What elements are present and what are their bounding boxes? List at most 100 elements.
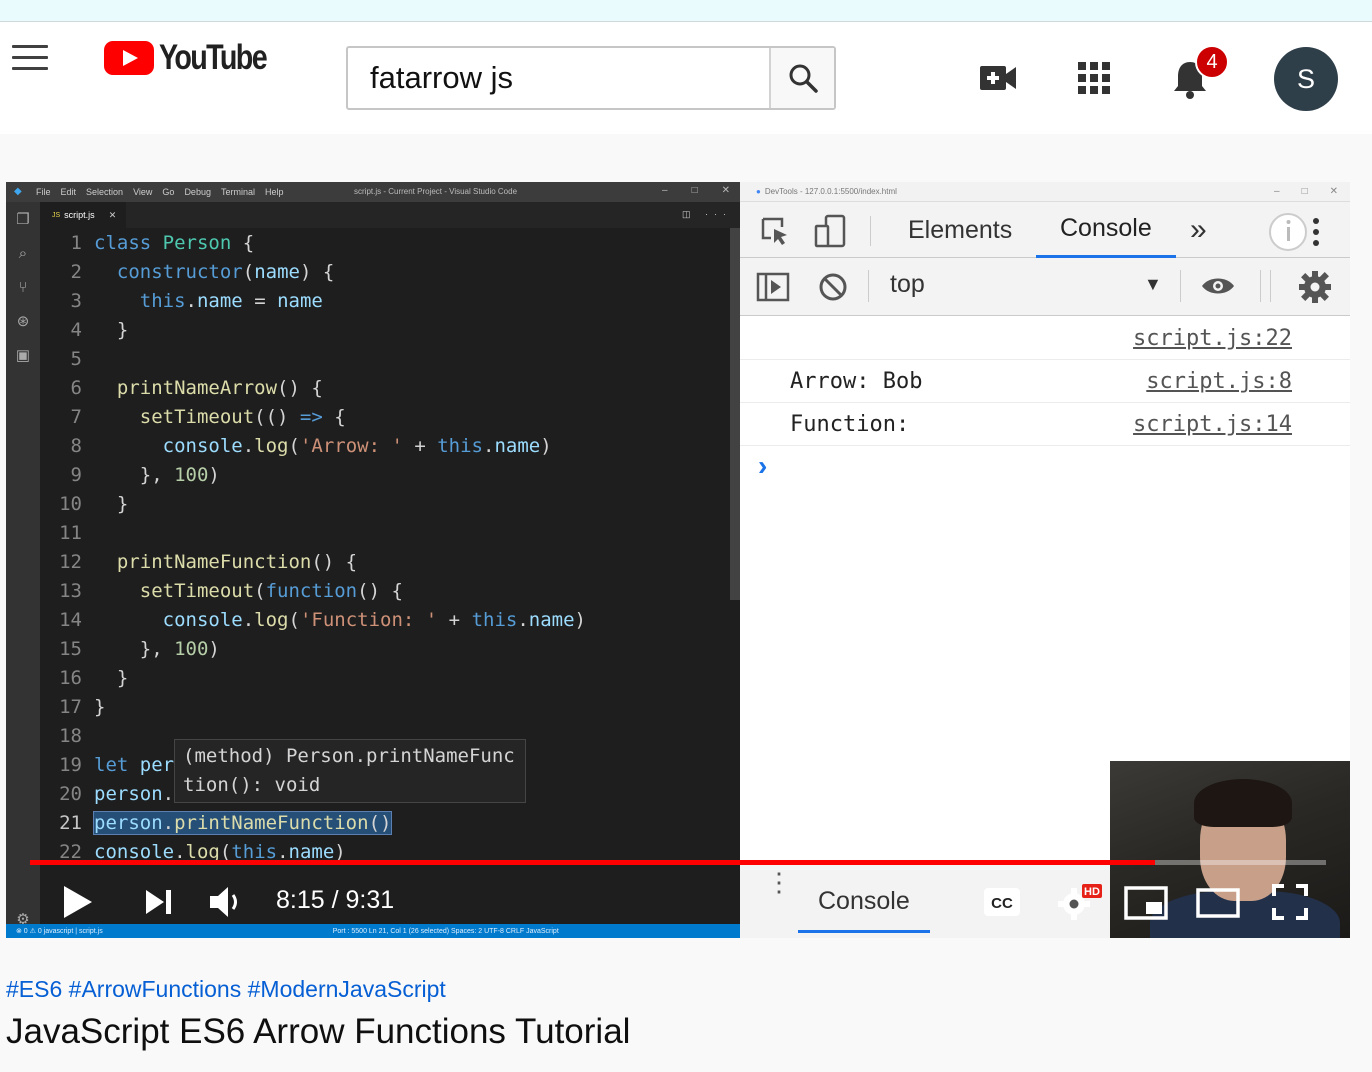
console-source-link[interactable]: script.js:14: [1133, 412, 1292, 437]
vscode-activity-bar: ❐ ⌕ ⑂ ⊛ ▣ ⚙: [6, 202, 40, 938]
tab-label: script.js: [64, 210, 95, 220]
svg-text:CC: CC: [991, 895, 1013, 912]
code-line: 2 constructor(name) {: [70, 260, 335, 283]
code-editor[interactable]: 1 class Person { 2 constructor(name) { 3 …: [40, 228, 740, 918]
chrome-icon: ●: [756, 187, 761, 196]
youtube-logo[interactable]: YouTube: [104, 38, 290, 77]
code-line: 15 }, 100): [59, 637, 220, 660]
code-line: 6 printNameArrow() {: [70, 376, 323, 399]
search-icon[interactable]: ⌕: [6, 236, 40, 270]
next-video-icon[interactable]: [144, 888, 174, 916]
clear-console-icon[interactable]: [818, 272, 848, 302]
source-control-icon[interactable]: ⑂: [6, 270, 40, 304]
code-line: 4 }: [70, 318, 129, 341]
apps-grid-icon[interactable]: [1076, 60, 1112, 96]
vscode-titlebar: ◆ File Edit Selection View Go Debug Term…: [6, 182, 740, 202]
video-player[interactable]: ◆ File Edit Selection View Go Debug Term…: [6, 182, 1350, 938]
console-message-row: Arrow: Bob script.js:8: [740, 361, 1350, 403]
hashtag-link[interactable]: #ModernJavaScript: [248, 976, 446, 1002]
hashtags: #ES6 #ArrowFunctions #ModernJavaScript: [6, 976, 1346, 1003]
progress-fill: [30, 860, 1155, 865]
tab-script-js[interactable]: JS script.js ✕: [40, 202, 126, 228]
code-line: 7 setTimeout(() => {: [70, 405, 346, 428]
play-icon[interactable]: [62, 884, 94, 920]
code-line: 3 this.name = name: [70, 289, 323, 312]
devtools-titlebar: ● DevTools - 127.0.0.1:5500/index.html –…: [740, 182, 1350, 202]
code-line: 10 }: [59, 492, 129, 515]
minimize-icon[interactable]: –: [662, 185, 668, 196]
hashtag-link[interactable]: #ArrowFunctions: [69, 976, 242, 1002]
explorer-icon[interactable]: ❐: [6, 202, 40, 236]
theater-mode-icon[interactable]: [1196, 888, 1240, 918]
console-source-link[interactable]: script.js:22: [1133, 326, 1292, 351]
console-source-link[interactable]: script.js:8: [1146, 369, 1292, 394]
drawer-tab-console[interactable]: Console: [798, 873, 930, 933]
dropdown-arrow-icon[interactable]: ▼: [1144, 274, 1162, 295]
video-info: #ES6 #ArrowFunctions #ModernJavaScript: [6, 976, 1346, 1003]
vs-menu-item[interactable]: Edit: [61, 187, 77, 197]
search-box: [346, 46, 836, 110]
vs-menu-item[interactable]: Go: [162, 187, 174, 197]
avatar[interactable]: S: [1274, 47, 1338, 111]
vs-menu-item[interactable]: View: [133, 187, 152, 197]
vs-menu-item[interactable]: Terminal: [221, 187, 255, 197]
tab-close-icon[interactable]: ✕: [109, 210, 117, 221]
search-input[interactable]: [348, 48, 769, 108]
drawer-menu-icon[interactable]: ⋮: [766, 869, 792, 895]
vscode-menu: File Edit Selection View Go Debug Termin…: [36, 187, 284, 197]
hover-tooltip-line: (method) Person.printNameFunc: [183, 745, 515, 767]
live-expression-eye-icon[interactable]: [1200, 274, 1236, 298]
menu-icon[interactable]: [12, 45, 48, 71]
minimize-icon[interactable]: –: [1274, 186, 1280, 197]
search-button[interactable]: [769, 48, 834, 108]
editor-scrollbar[interactable]: [730, 228, 740, 600]
editor-actions-icon[interactable]: ◫ ···: [682, 209, 732, 220]
vs-menu-item[interactable]: Selection: [86, 187, 123, 197]
youtube-play-icon: [104, 41, 154, 75]
code-line: 17}: [59, 695, 106, 718]
devtools-menu-icon[interactable]: [1268, 212, 1322, 252]
vscode-window-title: script.js - Current Project - Visual Stu…: [354, 187, 518, 196]
tab-console[interactable]: Console: [1036, 202, 1176, 258]
console-prompt-icon[interactable]: ›: [758, 450, 767, 482]
settings-gear-icon[interactable]: HD: [1056, 882, 1104, 922]
vs-menu-item[interactable]: File: [36, 187, 51, 197]
code-line: 21 person.printNameFunction(): [59, 810, 393, 835]
maximize-icon[interactable]: □: [1302, 186, 1308, 197]
inspect-element-icon[interactable]: [760, 216, 790, 246]
code-line: 8 console.log('Arrow: ' + this.name): [70, 434, 552, 457]
vscode-tabbar: JS script.js ✕ ◫ ···: [40, 202, 740, 228]
console-message-row: script.js:22: [740, 318, 1350, 360]
vs-menu-item[interactable]: Help: [265, 187, 284, 197]
debug-icon[interactable]: ⊛: [6, 304, 40, 338]
tab-elements[interactable]: Elements: [908, 202, 1012, 258]
status-left: ⊗ 0 ⚠ 0 javascript | script.js: [16, 928, 103, 935]
more-tabs-icon[interactable]: »: [1190, 202, 1207, 258]
progress-bar[interactable]: [30, 860, 1326, 865]
vs-menu-item[interactable]: Debug: [184, 187, 211, 197]
volume-icon[interactable]: [208, 884, 244, 920]
miniplayer-icon[interactable]: [1124, 886, 1168, 920]
code-line: 12 printNameFunction() {: [59, 550, 358, 573]
close-icon[interactable]: ✕: [722, 185, 730, 196]
code-line: 16 }: [59, 666, 129, 689]
show-sidebar-icon[interactable]: [756, 272, 790, 302]
close-icon[interactable]: ✕: [1330, 186, 1338, 197]
maximize-icon[interactable]: □: [692, 185, 698, 196]
create-video-icon[interactable]: [978, 62, 1018, 94]
hashtag-link[interactable]: #ES6: [6, 976, 62, 1002]
console-toolbar: top ▼: [740, 258, 1350, 316]
code-line: 13 setTimeout(function() {: [59, 579, 403, 602]
extensions-icon[interactable]: ▣: [6, 338, 40, 372]
console-settings-gear-icon[interactable]: [1298, 270, 1332, 304]
time-display: 8:15 / 9:31: [276, 886, 395, 914]
device-toolbar-icon[interactable]: [814, 214, 848, 248]
fullscreen-icon[interactable]: [1272, 884, 1308, 920]
context-selector[interactable]: top: [890, 270, 925, 299]
logo-text: YouTube: [159, 38, 268, 77]
vscode-logo-icon: ◆: [14, 186, 22, 197]
notification-badge: 4: [1195, 45, 1229, 79]
devtools-tabbar: Elements Console »: [740, 202, 1350, 258]
code-line: 9 }, 100): [70, 463, 220, 486]
subtitles-cc-icon[interactable]: CC: [982, 886, 1022, 918]
